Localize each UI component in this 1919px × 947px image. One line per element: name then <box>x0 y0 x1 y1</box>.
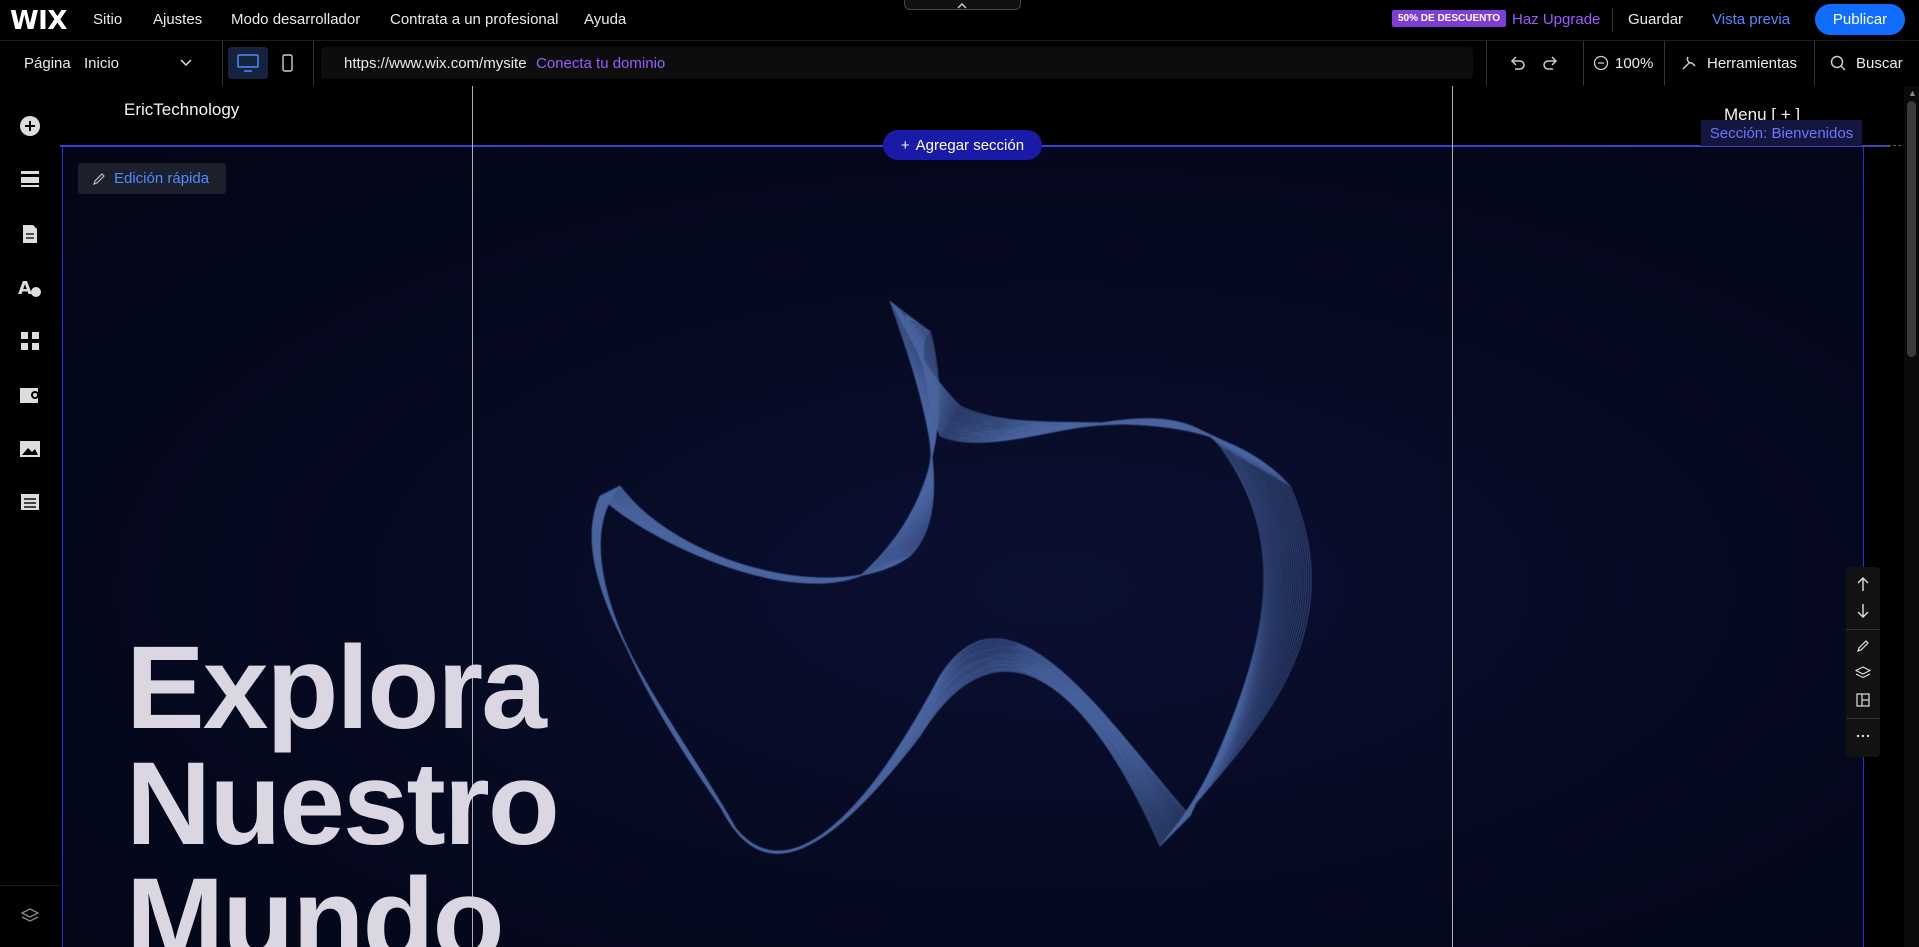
zoom-out-icon[interactable] <box>1593 55 1609 71</box>
pencil-icon <box>93 172 105 185</box>
divider <box>1664 41 1665 86</box>
site-url: https://www.wix.com/mysite <box>344 55 527 72</box>
edit-pencil-icon[interactable] <box>1854 637 1872 655</box>
cms-icon[interactable] <box>18 490 42 514</box>
hero-line-1: Explora <box>126 622 547 754</box>
wave-line <box>597 310 1295 852</box>
divider <box>222 41 223 86</box>
wave-line <box>599 303 1308 854</box>
wave-line <box>594 323 1274 853</box>
editor-toolbar: Página Inicio https://www.wix.com/mysite… <box>0 41 1919 87</box>
scroll-up-icon[interactable]: ▲ <box>1908 88 1917 98</box>
add-section-label: Agregar sección <box>915 136 1025 154</box>
divider <box>1583 41 1584 86</box>
layout-icon[interactable] <box>1854 691 1872 709</box>
menu-ayuda[interactable]: Ayuda <box>584 11 626 28</box>
business-icon[interactable] <box>18 383 42 407</box>
wave-line <box>598 309 1297 853</box>
page-select[interactable]: Inicio <box>84 55 119 72</box>
media-icon[interactable] <box>18 437 42 461</box>
editor-canvas[interactable]: EricTechnology Menu [ + ] Sección: Bienv… <box>60 86 1919 947</box>
search-icon[interactable] <box>1830 55 1846 71</box>
divider <box>1612 8 1613 32</box>
pages-icon[interactable] <box>18 222 42 246</box>
grid-guide-right <box>1452 86 1453 947</box>
section-label[interactable]: Sección: Bienvenidos <box>1701 120 1862 146</box>
sections-icon[interactable] <box>18 167 42 191</box>
layers-stack-icon[interactable] <box>1854 664 1872 682</box>
plus-icon: + <box>900 136 910 154</box>
wave-line <box>598 308 1299 853</box>
divider <box>1846 629 1880 630</box>
discount-badge[interactable]: 50% DE DESCUENTO <box>1392 10 1507 27</box>
add-elements-icon[interactable] <box>18 114 42 138</box>
left-rail: A <box>0 86 61 947</box>
tools-icon[interactable] <box>1680 54 1698 72</box>
chevron-up-icon <box>957 2 967 9</box>
wave-line <box>598 306 1301 853</box>
hero-heading[interactable]: Explora Nuestro Mundo <box>126 622 560 947</box>
menu-ajustes[interactable]: Ajustes <box>153 11 202 28</box>
layers-icon[interactable] <box>18 904 42 928</box>
hero-line-3: Mundo <box>126 854 505 947</box>
wave-line <box>599 305 1303 853</box>
quick-edit-label: Edición rápida <box>114 170 210 187</box>
svg-text:A: A <box>18 278 32 299</box>
wave-line <box>599 301 1310 854</box>
connect-domain-link[interactable]: Conecta tu dominio <box>536 55 665 72</box>
move-down-icon[interactable] <box>1854 602 1872 620</box>
url-bar[interactable]: https://www.wix.com/mysite Conecta tu do… <box>321 47 1473 79</box>
undo-icon[interactable] <box>1508 54 1526 72</box>
save-button[interactable]: Guardar <box>1628 11 1683 28</box>
quick-edit-button[interactable]: Edición rápida <box>78 163 227 194</box>
menu-contrata-profesional[interactable]: Contrata a un profesional <box>390 11 558 28</box>
menu-sitio[interactable]: Sitio <box>93 11 122 28</box>
tools-button[interactable]: Herramientas <box>1707 55 1797 72</box>
divider <box>1486 41 1487 86</box>
canvas-scrollbar[interactable]: ▲ <box>1904 86 1919 947</box>
collapse-handle[interactable] <box>904 0 1021 10</box>
desktop-view-button[interactable] <box>228 47 268 79</box>
scroll-thumb[interactable] <box>1907 101 1916 357</box>
zoom-level[interactable]: 100% <box>1615 55 1653 72</box>
search-button[interactable]: Buscar <box>1856 55 1903 72</box>
mobile-icon <box>282 54 293 72</box>
section-tools-panel <box>1846 567 1880 757</box>
design-icon[interactable]: A <box>18 276 42 300</box>
more-options-icon[interactable] <box>1854 727 1872 745</box>
wix-logo[interactable]: WIX <box>10 6 67 36</box>
divider <box>313 41 314 86</box>
divider <box>1814 41 1815 86</box>
divider <box>1846 718 1880 719</box>
publish-button[interactable]: Publicar <box>1815 4 1905 35</box>
top-bar: WIX Sitio Ajustes Modo desarrollador Con… <box>0 0 1919 41</box>
apps-icon[interactable] <box>18 329 42 353</box>
site-brand[interactable]: EricTechnology <box>124 100 239 120</box>
wave-line <box>599 304 1305 853</box>
redo-icon[interactable] <box>1542 54 1560 72</box>
hero-line-2: Nuestro <box>126 738 560 870</box>
desktop-icon <box>237 54 259 72</box>
mobile-view-button[interactable] <box>276 47 298 79</box>
add-section-button[interactable]: + Agregar sección <box>883 130 1042 160</box>
chevron-down-icon[interactable] <box>180 58 192 68</box>
preview-button[interactable]: Vista previa <box>1712 11 1790 28</box>
rail-divider <box>0 885 60 886</box>
page-label: Página <box>24 55 71 72</box>
wave-line <box>600 300 1312 854</box>
move-up-icon[interactable] <box>1854 575 1872 593</box>
menu-modo-desarrollador[interactable]: Modo desarrollador <box>231 11 360 28</box>
upgrade-link[interactable]: Haz Upgrade <box>1512 11 1600 28</box>
